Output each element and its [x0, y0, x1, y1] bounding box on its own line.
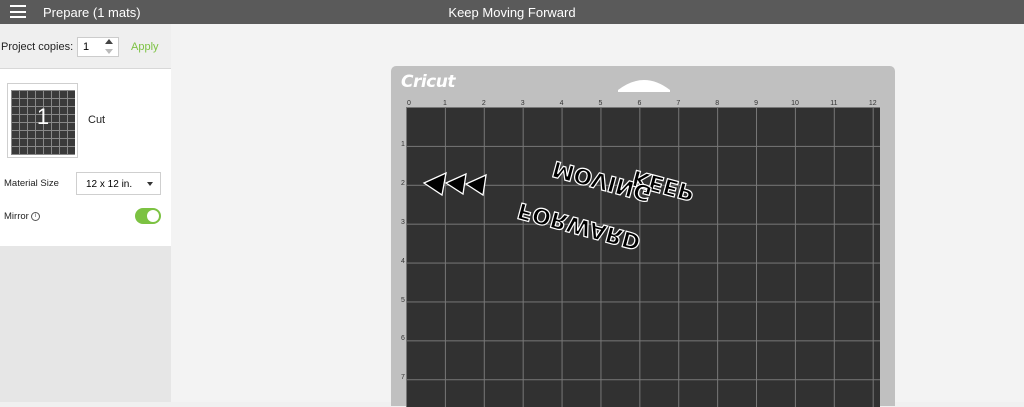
- design-line-3: FORWARD: [515, 197, 643, 254]
- ruler-x-label: 12: [868, 100, 877, 107]
- material-size-label: Material Size: [4, 178, 59, 189]
- cutting-mat: Cricut 0 1 2 3 4 5 6 7 8 9 10 11 12 1234567 KEEP MOV…: [391, 66, 895, 407]
- top-bar: Prepare (1 mats) Keep Moving Forward: [0, 0, 1024, 24]
- ruler-x-label: 3: [520, 100, 525, 107]
- mat-number: 1: [36, 104, 50, 129]
- info-icon[interactable]: i: [31, 212, 40, 221]
- ruler-x-label: 8: [715, 100, 720, 107]
- mat-thumbnail[interactable]: 1: [7, 83, 78, 158]
- ruler-x-label: 4: [559, 100, 564, 107]
- project-copies-row: Project copies: 1 Apply: [0, 24, 171, 69]
- decrement-icon[interactable]: [105, 49, 113, 54]
- ruler-y-label: 5: [401, 296, 405, 304]
- ruler-y-label: 4: [401, 257, 405, 265]
- increment-icon[interactable]: [105, 39, 113, 44]
- ruler-x-label: 7: [676, 100, 681, 107]
- cricut-logo: Cricut: [401, 72, 456, 92]
- ruler-y-label: 6: [401, 335, 405, 343]
- panel-content: Project copies: 1 Apply 1 Cut Material S…: [0, 24, 171, 246]
- chevron-down-icon: [147, 182, 153, 186]
- design-line-2: MOVING: [550, 155, 655, 205]
- ruler-x-label: 5: [598, 100, 603, 107]
- ruler-y-label: 3: [401, 218, 405, 226]
- design-artwork[interactable]: KEEP MOVING FORWARD: [406, 107, 880, 407]
- toggle-knob: [147, 210, 159, 222]
- ruler-x-label: 11: [830, 100, 838, 107]
- mat-operation-label: Cut: [88, 114, 106, 126]
- ruler-x-label: 6: [637, 100, 642, 107]
- project-copies-label: Project copies:: [1, 41, 74, 53]
- mirror-label: Mirror: [4, 211, 29, 222]
- ruler-y-label: 7: [401, 374, 405, 382]
- mat-grid: KEEP MOVING FORWARD: [406, 107, 880, 407]
- ruler-y-label: 2: [401, 179, 405, 187]
- ruler-x-label: 1: [442, 100, 447, 107]
- left-panel: Project copies: 1 Apply 1 Cut Material S…: [0, 24, 171, 402]
- project-title: Keep Moving Forward: [448, 5, 576, 20]
- ruler-x-label: 2: [481, 100, 486, 107]
- ruler-y-label: 1: [401, 140, 405, 148]
- mirror-toggle[interactable]: [135, 208, 161, 224]
- ruler-x-label: 10: [791, 100, 799, 107]
- mat-tab-notch: [618, 80, 670, 92]
- ruler-x-label: 9: [754, 100, 759, 107]
- apply-button[interactable]: Apply: [131, 41, 159, 53]
